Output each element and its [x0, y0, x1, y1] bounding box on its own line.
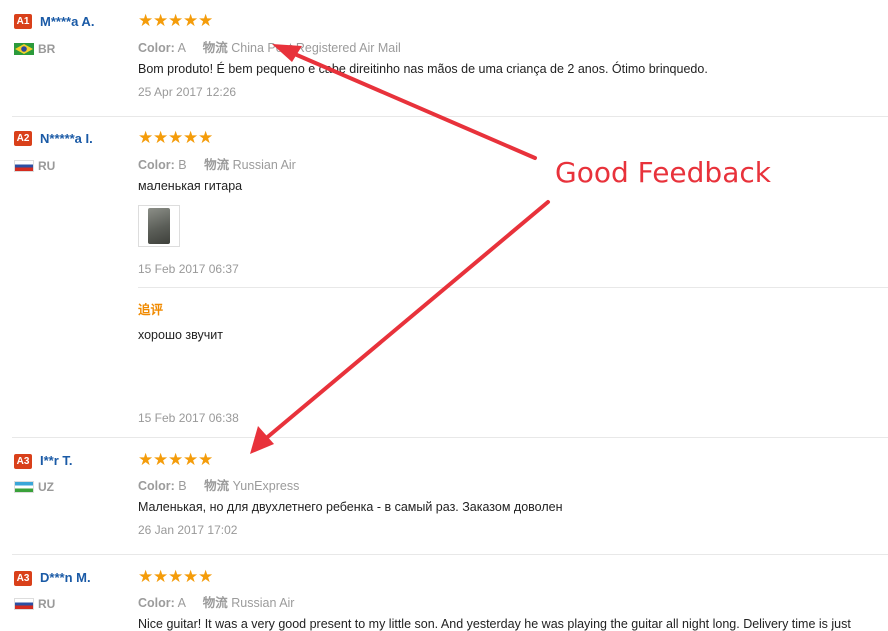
buyer-level-badge: A1	[14, 14, 32, 29]
review-meta: Color: B 物流 Russian Air	[138, 154, 296, 173]
shipping-method: YunExpress	[232, 479, 300, 493]
reviewer-country: RU	[38, 159, 56, 173]
review-meta: Color: A 物流 Russian Air	[138, 592, 294, 611]
arrow-to-third-review	[250, 200, 550, 454]
shipping-label: 物流	[204, 479, 230, 493]
buyer-level-badge: A3	[14, 571, 32, 586]
reviewer-name[interactable]: M****a A.	[40, 14, 94, 29]
color-label: Color:	[138, 158, 175, 172]
color-label: Color:	[138, 41, 175, 55]
star-icon: ★	[183, 11, 199, 30]
review-meta: Color: B 物流 YunExpress	[138, 475, 299, 494]
review-date: 15 Feb 2017 06:37	[138, 262, 239, 276]
color-label: Color:	[138, 596, 175, 610]
review-text: Bom produto! É bem pequeno e cabe direit…	[138, 62, 708, 76]
good-feedback-annotation: Good Feedback	[555, 156, 771, 189]
color-value: B	[178, 158, 187, 172]
shipping-label: 物流	[202, 41, 228, 55]
rating-stars: ★ ★ ★ ★ ★	[138, 12, 213, 30]
reviewer-country: RU	[38, 597, 56, 611]
reviewer-name[interactable]: I**r T.	[40, 453, 73, 468]
followup-label: 追评	[138, 303, 164, 317]
star-icon: ★	[168, 128, 184, 147]
divider	[12, 116, 888, 117]
star-icon: ★	[138, 567, 154, 586]
review-text: Маленькая, но для двухлетнего ребенка - …	[138, 500, 563, 514]
rating-stars: ★ ★ ★ ★ ★	[138, 129, 213, 147]
star-icon: ★	[153, 11, 169, 30]
guitar-photo	[148, 208, 170, 244]
annotation-arrows	[250, 44, 550, 454]
rating-stars: ★ ★ ★ ★ ★	[138, 451, 213, 469]
star-icon: ★	[198, 128, 214, 147]
star-icon: ★	[198, 567, 214, 586]
divider	[12, 554, 888, 555]
reviewer-name[interactable]: N*****a I.	[40, 131, 93, 146]
shipping-label: 物流	[204, 158, 230, 172]
uzbekistan-flag-icon	[14, 481, 34, 493]
star-icon: ★	[183, 450, 199, 469]
followup-date: 15 Feb 2017 06:38	[138, 411, 239, 425]
star-icon: ★	[153, 567, 169, 586]
star-icon: ★	[168, 567, 184, 586]
review-text: маленькая гитара	[138, 179, 243, 193]
shipping-method: China Post Registered Air Mail	[231, 41, 401, 55]
color-value: A	[177, 41, 186, 55]
shipping-label: 物流	[202, 596, 228, 610]
review-meta: Color: A 物流 China Post Registered Air Ma…	[138, 37, 401, 56]
color-label: Color:	[138, 479, 175, 493]
star-icon: ★	[198, 11, 214, 30]
shipping-method: Russian Air	[231, 596, 295, 610]
followup-text: хорошо звучит	[138, 328, 223, 342]
review-text: Nice guitar! It was a very good present …	[138, 617, 851, 631]
shipping-method: Russian Air	[232, 158, 296, 172]
star-icon: ★	[168, 450, 184, 469]
star-icon: ★	[138, 11, 154, 30]
russia-flag-icon	[14, 160, 34, 172]
star-icon: ★	[153, 128, 169, 147]
star-icon: ★	[153, 450, 169, 469]
russia-flag-icon	[14, 598, 34, 610]
brazil-flag-icon	[14, 43, 34, 55]
reviewer-country: UZ	[38, 480, 54, 494]
color-value: B	[178, 479, 187, 493]
review-photo-thumbnail[interactable]	[138, 205, 180, 247]
star-icon: ★	[198, 450, 214, 469]
reviewer-country: BR	[38, 42, 56, 56]
followup-divider	[138, 287, 888, 288]
divider	[12, 437, 888, 438]
buyer-level-badge: A3	[14, 454, 32, 469]
review-date: 25 Apr 2017 12:26	[138, 85, 237, 99]
review-date: 26 Jan 2017 17:02	[138, 523, 238, 537]
star-icon: ★	[183, 128, 199, 147]
star-icon: ★	[138, 450, 154, 469]
star-icon: ★	[183, 567, 199, 586]
buyer-level-badge: A2	[14, 131, 32, 146]
color-value: A	[177, 596, 186, 610]
reviewer-name[interactable]: D***n M.	[40, 570, 91, 585]
rating-stars: ★ ★ ★ ★ ★	[138, 568, 213, 586]
star-icon: ★	[138, 128, 154, 147]
star-icon: ★	[168, 11, 184, 30]
